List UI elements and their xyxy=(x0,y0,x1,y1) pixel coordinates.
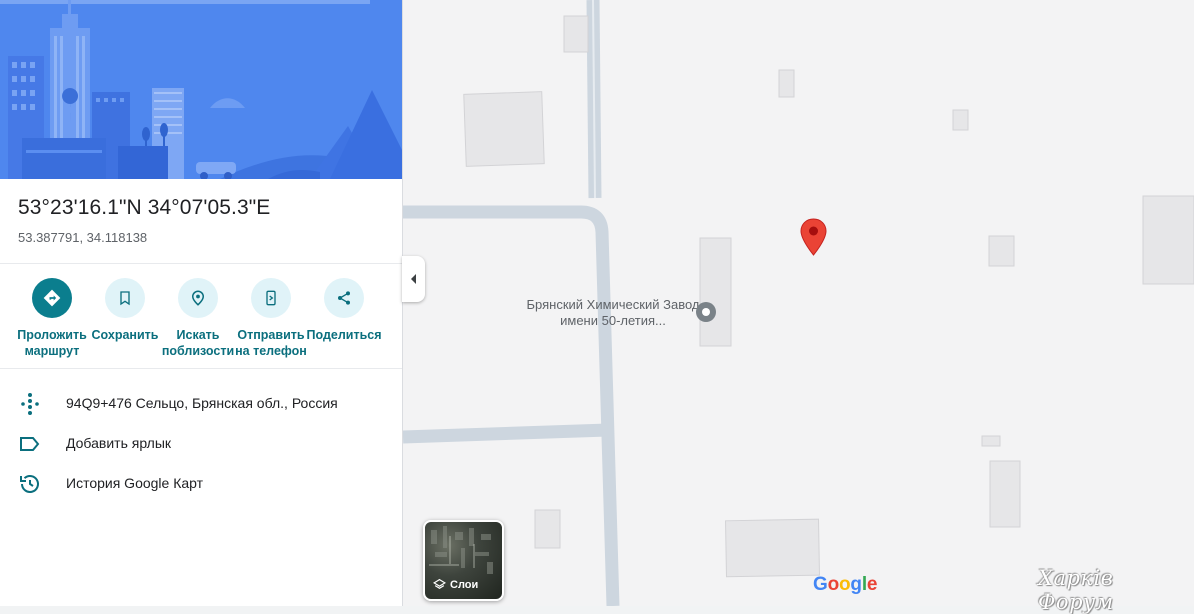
send-to-phone-icon xyxy=(251,278,291,318)
share-icon xyxy=(324,278,364,318)
save-button[interactable]: Сохранить xyxy=(85,278,165,343)
place-panel: 53°23'16.1"N 34°07'05.3"E 53.387791, 34.… xyxy=(0,0,403,606)
directions-label: Проложить маршрут xyxy=(17,328,87,358)
nearby-icon xyxy=(178,278,218,318)
layers-icon xyxy=(433,578,446,589)
history-icon xyxy=(18,472,42,496)
google-logo-letter: o xyxy=(839,574,851,595)
action-bar: Проложить маршрут Сохранить Искать побли… xyxy=(0,278,402,358)
poi-label[interactable]: Брянский Химический Завод имени 50-летия… xyxy=(520,297,706,329)
directions-icon xyxy=(32,278,72,318)
share-button[interactable]: Поделиться xyxy=(304,278,384,343)
maps-history-text: История Google Карт xyxy=(66,475,204,491)
collapse-panel-button[interactable] xyxy=(402,256,425,302)
send-to-phone-button[interactable]: Отправить на телефон xyxy=(231,278,311,359)
add-label-text: Добавить ярлык xyxy=(66,435,172,451)
divider xyxy=(0,263,402,264)
label-icon xyxy=(18,432,42,456)
bookmark-icon xyxy=(105,278,145,318)
plus-code-row[interactable]: 94Q9+476 Сельцо, Брянская обл., Россия xyxy=(0,384,402,424)
maps-history-row[interactable]: История Google Карт xyxy=(0,464,402,504)
google-logo-letter: e xyxy=(866,574,878,595)
layers-label-wrap: Слои xyxy=(433,578,478,591)
chevron-left-icon xyxy=(410,274,416,284)
google-logo-letter: o xyxy=(827,574,840,595)
add-label-row[interactable]: Добавить ярлык xyxy=(0,424,402,464)
plus-code-icon xyxy=(18,392,42,416)
plus-code-text: 94Q9+476 Сельцо, Брянская обл., Россия xyxy=(66,395,338,411)
save-label: Сохранить xyxy=(91,328,159,342)
hero-illustration xyxy=(0,0,402,179)
divider xyxy=(0,368,402,369)
directions-button[interactable]: Проложить маршрут xyxy=(12,278,92,359)
place-decimal-coordinates: 53.387791, 34.118138 xyxy=(18,230,148,245)
google-logo-letter: g xyxy=(850,574,862,595)
place-title: 53°23'16.1"N 34°07'05.3"E xyxy=(18,196,271,219)
watermark-text: Харків Форум xyxy=(1038,566,1114,614)
share-label: Поделиться xyxy=(306,328,382,342)
poi-marker-icon[interactable] xyxy=(696,302,716,329)
search-nearby-label: Искать поблизости xyxy=(161,328,235,358)
layers-label: Слои xyxy=(450,578,479,591)
google-logo-letter: G xyxy=(813,574,828,595)
send-to-phone-label: Отправить на телефон xyxy=(235,328,307,358)
google-logo: Google xyxy=(813,574,877,596)
location-pin-icon[interactable] xyxy=(800,218,827,261)
search-nearby-button[interactable]: Искать поблизости xyxy=(158,278,238,359)
layers-button[interactable]: Слои xyxy=(423,520,504,601)
